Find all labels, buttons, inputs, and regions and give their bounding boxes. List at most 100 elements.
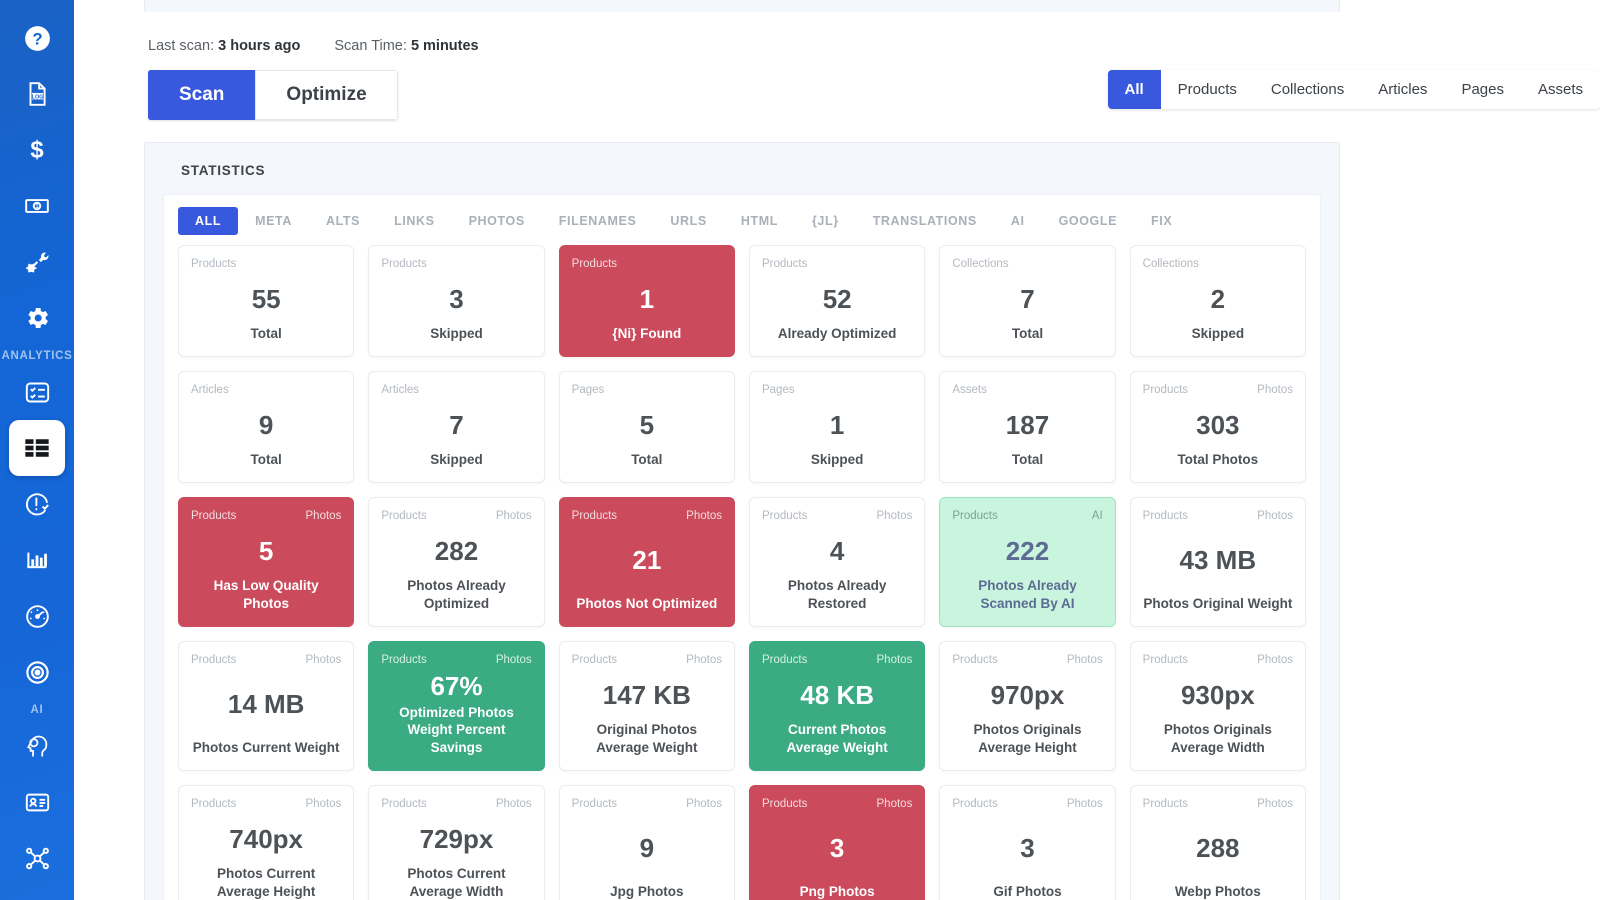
sidebar-item-debug-tools[interactable]	[9, 234, 65, 290]
sidebar-item-billing[interactable]: 1	[9, 178, 65, 234]
stat-tile[interactable]: Products 1 {Ni} Found	[558, 245, 735, 357]
statistics-subtab-google[interactable]: GOOGLE	[1042, 207, 1134, 235]
stat-tile-value: 52	[822, 283, 852, 314]
scan-time-label: Scan Time:	[334, 38, 407, 54]
stat-tile-tag-right: Photos	[876, 510, 913, 522]
stat-tile-label: Total	[250, 325, 282, 341]
statistics-subtab-translations[interactable]: TRANSLATIONS	[856, 207, 994, 235]
stat-tile[interactable]: Articles 9 Total	[178, 371, 355, 483]
stat-tile-tag-left: Products	[571, 654, 618, 666]
stat-tile-label: Skipped	[430, 325, 483, 341]
sidebar-item-ai-network[interactable]	[9, 830, 65, 886]
stat-tile[interactable]: Products Photos 3 Gif Photos	[939, 785, 1116, 900]
stat-tile[interactable]: Products 52 Already Optimized	[748, 245, 926, 357]
stat-tile-tag-left: Pages	[761, 384, 795, 396]
sidebar-item-reports[interactable]	[9, 532, 65, 588]
statistics-subtab-fix[interactable]: FIX	[1134, 207, 1189, 235]
stat-tile[interactable]: Products AI 222 Photos Already Scanned By A…	[939, 497, 1116, 627]
sidebar-item-settings[interactable]	[9, 290, 65, 346]
stat-tile-tag-left: Products	[191, 798, 237, 810]
sidebar-item-statistics[interactable]	[9, 420, 65, 476]
stat-tile-value: 9	[258, 409, 274, 440]
stat-tile[interactable]: Products Photos 5 Has Low Quality Photos	[178, 497, 355, 627]
statistics-subtab-all[interactable]: ALL	[178, 207, 239, 235]
stat-tile-value: 48 KB	[800, 680, 874, 711]
stat-tile[interactable]: Products Photos 147 KB Original Photos Aver…	[558, 641, 735, 771]
stat-tile[interactable]: Products Photos 21 Photos Not Optimized	[558, 497, 735, 627]
statistics-subtab-html[interactable]: HTML	[724, 207, 795, 235]
stat-tile-value: 14 MB	[227, 688, 305, 719]
mode-tab-group: Scan Optimize	[148, 70, 398, 120]
stat-tile-tag-right: Photos	[1066, 654, 1103, 666]
scope-tab-assets[interactable]: Assets	[1520, 70, 1600, 109]
stat-tile-head: Collections	[1143, 258, 1293, 271]
stat-tile[interactable]: Collections 7 Total	[939, 245, 1116, 357]
stat-tile[interactable]: Products Photos 9 Jpg Photos	[558, 785, 735, 900]
scope-tab-articles[interactable]: Articles	[1361, 70, 1445, 109]
stat-tile-tag-right: Photos	[876, 654, 913, 666]
scan-time-value: 5 minutes	[410, 38, 479, 54]
stat-tile[interactable]: Products 3 Skipped	[368, 245, 545, 357]
stat-tile[interactable]: Products Photos 282 Photos Already Optimize…	[368, 497, 545, 627]
sidebar-item-ai-profiles[interactable]	[9, 774, 65, 830]
tab-optimize[interactable]: Optimize	[255, 70, 398, 120]
statistics-subtab-jl[interactable]: {JL}	[795, 207, 856, 235]
sidebar-item-ai-engine[interactable]	[9, 718, 65, 774]
statistics-subtab-meta[interactable]: META	[238, 207, 309, 235]
stat-tile[interactable]: Pages 5 Total	[558, 371, 735, 483]
statistics-subtab-filenames[interactable]: FILENAMES	[542, 207, 654, 235]
banknote-icon: 1	[24, 193, 50, 219]
stat-tile-tag-left: Assets	[952, 384, 987, 396]
stat-tile-label: Photos Current Weight	[192, 739, 340, 755]
stat-tile[interactable]: Products Photos 729px Photos Current Averag…	[368, 785, 545, 900]
sidebar-item-help[interactable]: ?	[9, 10, 65, 66]
statistics-subtab-urls[interactable]: URLS	[653, 207, 723, 235]
stat-tile-tag-right: Photos	[686, 654, 722, 666]
stat-tile-label: Photos Already Optimized	[407, 578, 506, 611]
scope-tab-pages[interactable]: Pages	[1444, 70, 1521, 109]
sidebar-item-goals[interactable]	[9, 644, 65, 700]
stat-tile[interactable]: Pages 1 Skipped	[748, 371, 926, 483]
statistics-tile-grid: Products 55 Total Products 3 Skipped Products 1…	[178, 245, 1306, 900]
stat-tile[interactable]: Products Photos 740px Photos Current Averag…	[178, 785, 355, 900]
stat-tile[interactable]: Products Photos 288 Webp Photos	[1129, 785, 1306, 900]
stat-tile-head: Pages	[762, 384, 912, 397]
stat-tile-value: 729px	[419, 824, 494, 855]
stat-tile-head: Products	[191, 258, 341, 271]
sidebar-item-tasks[interactable]	[9, 364, 65, 420]
scope-tab-all[interactable]: All	[1107, 70, 1161, 109]
stat-tile[interactable]: Products Photos 43 MB Photos Original Weigh…	[1129, 497, 1306, 627]
statistics-subtab-photos[interactable]: PHOTOS	[452, 207, 542, 235]
stat-tile[interactable]: Products Photos 4 Photos Already Restored	[748, 497, 926, 627]
stat-tile[interactable]: Products Photos 14 MB Photos Current Weight	[178, 641, 355, 771]
statistics-subtab-alts[interactable]: ALTS	[309, 207, 377, 235]
tab-scan[interactable]: Scan	[148, 70, 256, 120]
statistics-subtab-links[interactable]: LINKS	[377, 207, 452, 235]
stat-tile-tag-left: Collections	[952, 258, 1009, 270]
sidebar-item-log[interactable]: LOG	[9, 66, 65, 122]
stat-tile-head: Articles	[381, 384, 531, 397]
table-grid-icon	[23, 434, 51, 462]
stat-tile[interactable]: Products Photos 930px Photos Originals Aver…	[1129, 641, 1306, 771]
stat-tile-tag-right: Photos	[495, 798, 532, 810]
stat-tile-label: Photos Current Average Width	[407, 866, 506, 899]
sidebar-item-issues[interactable]	[9, 476, 65, 532]
stat-tile-head: Collections	[952, 258, 1102, 271]
stat-tile[interactable]: Products Photos 303 Total Photos	[1129, 371, 1306, 483]
stat-tile[interactable]: Products Photos 3 Png Photos	[748, 785, 926, 900]
stat-tile[interactable]: Products Photos 67% Optimized Photos Weight…	[368, 641, 545, 771]
scope-tab-products[interactable]: Products	[1160, 70, 1254, 109]
sidebar-item-pricing[interactable]: $	[9, 122, 65, 178]
stat-tile[interactable]: Articles 7 Skipped	[368, 371, 545, 483]
stat-tile-head: Products Photos	[381, 510, 531, 523]
stat-tile[interactable]: Collections 2 Skipped	[1129, 245, 1306, 357]
stat-tile-head: Products	[762, 258, 912, 271]
stat-tile[interactable]: Assets 187 Total	[939, 371, 1116, 483]
stat-tile[interactable]: Products 55 Total	[178, 245, 355, 357]
scope-tab-collections[interactable]: Collections	[1253, 70, 1362, 109]
stat-tile[interactable]: Products Photos 970px Photos Originals Aver…	[939, 641, 1116, 771]
statistics-subtab-ai[interactable]: AI	[994, 207, 1042, 235]
sidebar-item-performance[interactable]	[9, 588, 65, 644]
stat-tile-tag-left: Collections	[1142, 258, 1199, 270]
stat-tile[interactable]: Products Photos 48 KB Current Photos Averag…	[748, 641, 926, 771]
